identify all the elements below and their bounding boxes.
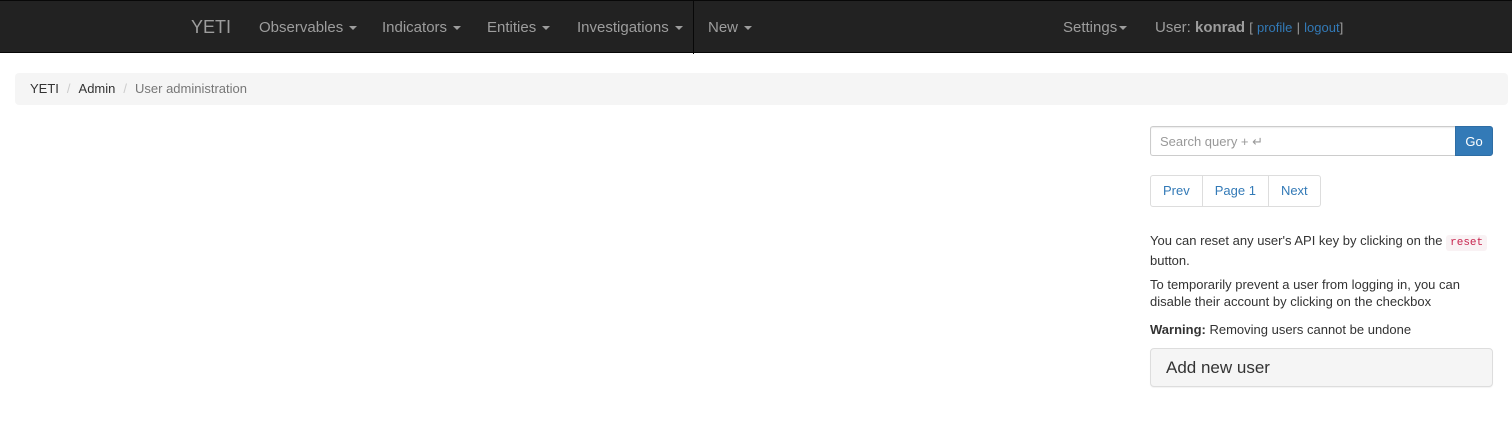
- user-link-separator: |: [1296, 20, 1300, 35]
- navbar-divider: [693, 1, 694, 54]
- prev-page-button[interactable]: Prev: [1150, 175, 1203, 207]
- caret-down-icon: [349, 26, 358, 31]
- warning-message: Removing users cannot be undone: [1205, 322, 1412, 337]
- user-prefix: User:: [1155, 19, 1196, 36]
- breadcrumb: YETI / Admin / User administration: [15, 73, 1508, 105]
- user-bracket-open: [: [1249, 20, 1253, 35]
- pagination: Prev Page 1 Next: [1150, 175, 1321, 207]
- entities-menu[interactable]: Entities: [487, 19, 551, 37]
- search-input[interactable]: [1150, 126, 1456, 156]
- reset-code: reset: [1446, 235, 1488, 251]
- user-info: User: konrad [ profile | logout]: [1155, 19, 1343, 37]
- profile-link[interactable]: profile: [1257, 20, 1292, 35]
- breadcrumb-separator: /: [123, 81, 128, 96]
- reset-help-pre: You can reset any user's API key by clic…: [1150, 233, 1447, 248]
- breadcrumb-separator: /: [66, 81, 71, 96]
- caret-down-icon: [542, 26, 551, 31]
- go-button[interactable]: Go: [1455, 126, 1493, 156]
- new-menu[interactable]: New: [708, 19, 753, 37]
- current-page-button[interactable]: Page 1: [1201, 175, 1269, 207]
- observables-menu[interactable]: Observables: [259, 19, 358, 37]
- settings-menu-label: Settings: [1063, 19, 1118, 36]
- breadcrumb-yeti-link[interactable]: YETI: [30, 81, 59, 96]
- indicators-menu[interactable]: Indicators: [382, 19, 462, 37]
- caret-down-icon: [1119, 26, 1128, 31]
- add-user-panel[interactable]: Add new user: [1150, 348, 1493, 387]
- observables-menu-label: Observables: [259, 19, 344, 36]
- add-user-title[interactable]: Add new user: [1166, 358, 1270, 378]
- logout-link[interactable]: logout: [1304, 20, 1339, 35]
- investigations-menu[interactable]: Investigations: [577, 19, 683, 37]
- warning-label: Warning:: [1150, 322, 1206, 337]
- breadcrumb-current: User administration: [135, 81, 248, 96]
- caret-down-icon: [744, 26, 753, 31]
- entities-menu-label: Entities: [487, 19, 537, 36]
- disable-help-text: To temporarily prevent a user from loggi…: [1150, 277, 1460, 309]
- top-navbar: YETI Observables Indicators Entities Inv…: [0, 0, 1512, 54]
- caret-down-icon: [453, 26, 462, 31]
- reset-help-text: You can reset any user's API key by clic…: [1150, 232, 1493, 269]
- next-page-button[interactable]: Next: [1267, 175, 1321, 207]
- settings-menu[interactable]: Settings: [1063, 19, 1128, 37]
- user-bracket-close: ]: [1339, 20, 1344, 35]
- caret-down-icon: [674, 26, 683, 31]
- investigations-menu-label: Investigations: [577, 19, 669, 36]
- indicators-menu-label: Indicators: [382, 19, 448, 36]
- breadcrumb-admin-link[interactable]: Admin: [79, 81, 116, 96]
- brand-logo-link[interactable]: YETI: [191, 17, 231, 37]
- new-menu-label: New: [708, 19, 739, 36]
- warning-text: Warning: Removing users cannot be undone: [1150, 321, 1493, 338]
- search-group: Go: [1150, 126, 1493, 156]
- username: konrad: [1195, 19, 1246, 36]
- reset-help-post: button.: [1150, 253, 1190, 268]
